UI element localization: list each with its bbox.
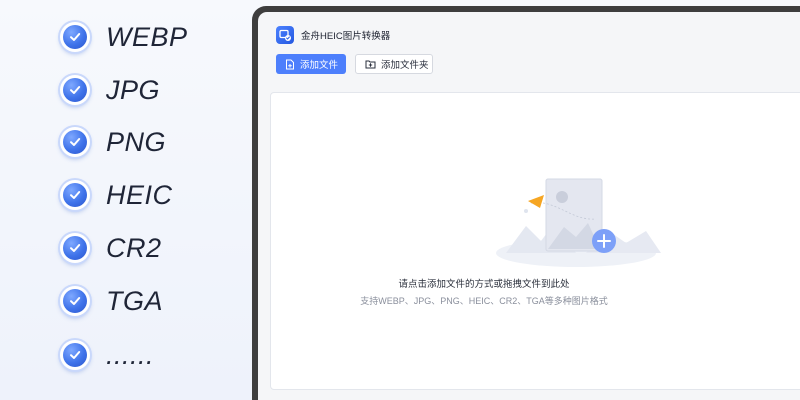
add-file-label: 添加文件 bbox=[300, 60, 339, 71]
app-title: 金舟HEIC图片转换器 bbox=[301, 31, 391, 42]
add-file-button[interactable]: 添加文件 bbox=[276, 54, 346, 74]
empty-image-illustration-icon bbox=[496, 178, 661, 267]
format-label: ...... bbox=[106, 339, 155, 370]
check-circle-icon bbox=[60, 233, 90, 263]
app-logo-icon bbox=[276, 26, 294, 44]
format-item-jpg: JPG bbox=[60, 70, 160, 110]
check-circle-icon bbox=[60, 180, 90, 210]
format-item-tga: TGA bbox=[60, 281, 163, 321]
check-circle-icon bbox=[60, 22, 90, 52]
format-label: PNG bbox=[106, 126, 167, 157]
laptop-frame: 金舟HEIC图片转换器 添加文件 添加文件夹 请点击添加文件的方式或拖拽文件到此… bbox=[252, 6, 800, 400]
format-label: HEIC bbox=[106, 179, 173, 210]
title-bar: 金舟HEIC图片转换器 bbox=[276, 26, 390, 44]
drop-hint-text: 请点击添加文件的方式或拖拽文件到此处 bbox=[398, 279, 570, 290]
format-label: JPG bbox=[106, 74, 161, 105]
add-folder-label: 添加文件夹 bbox=[381, 60, 429, 71]
check-circle-icon bbox=[60, 340, 90, 370]
check-circle-icon bbox=[60, 286, 90, 316]
add-folder-icon bbox=[365, 60, 376, 69]
format-item-cr2: CR2 bbox=[60, 228, 162, 268]
check-circle-icon bbox=[60, 127, 90, 157]
check-circle-icon bbox=[60, 75, 90, 105]
add-file-icon bbox=[286, 59, 294, 69]
format-item-png: PNG bbox=[60, 122, 166, 162]
format-item-heic: HEIC bbox=[60, 175, 173, 215]
app-window: 金舟HEIC图片转换器 添加文件 添加文件夹 请点击添加文件的方式或拖拽文件到此… bbox=[258, 12, 800, 400]
format-item-more: ...... bbox=[60, 335, 154, 375]
file-drop-zone[interactable]: 请点击添加文件的方式或拖拽文件到此处 支持WEBP、JPG、PNG、HEIC、C… bbox=[270, 92, 800, 390]
format-label: TGA bbox=[106, 285, 164, 316]
format-label: CR2 bbox=[106, 232, 162, 263]
supported-formats-text: 支持WEBP、JPG、PNG、HEIC、CR2、TGA等多种图片格式 bbox=[360, 296, 608, 306]
format-item-webp: WEBP bbox=[60, 17, 188, 57]
toolbar: 添加文件 添加文件夹 bbox=[276, 54, 433, 74]
format-label: WEBP bbox=[106, 21, 188, 52]
add-folder-button[interactable]: 添加文件夹 bbox=[355, 54, 433, 74]
